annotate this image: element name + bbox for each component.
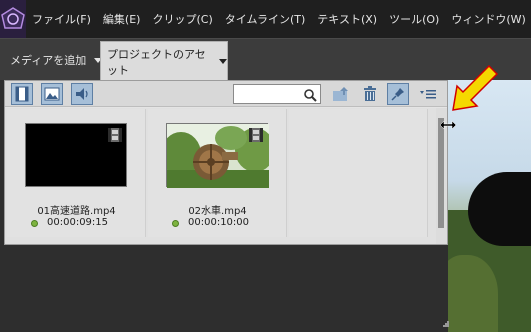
asset-item[interactable]: 01高速道路.mp4 00:00:09:15 — [7, 109, 146, 237]
project-assets-label: プロジェクトのアセット — [107, 47, 206, 77]
film-strip-icon — [108, 128, 122, 142]
empty-asset-slot — [289, 109, 428, 237]
menu-tools[interactable]: ツール(O) — [383, 11, 445, 27]
pin-icon[interactable] — [387, 83, 409, 105]
film-strip-icon — [249, 128, 263, 142]
annotation-arrow-icon — [452, 64, 499, 111]
monitor-preview — [448, 80, 531, 332]
menu-clip[interactable]: クリップ(C) — [146, 11, 218, 27]
add-media-button[interactable]: メディアを追加 — [4, 45, 108, 75]
chevron-down-icon — [219, 59, 227, 64]
project-assets-panel: 01高速道路.mp4 00:00:09:15 02水車.mp4 00:00:10… — [4, 80, 449, 327]
resize-grip-icon[interactable] — [442, 320, 450, 328]
menu-edit[interactable]: 編集(E) — [97, 11, 147, 27]
assets-grid: 01高速道路.mp4 00:00:09:15 02水車.mp4 00:00:10… — [5, 108, 437, 244]
project-assets-button[interactable]: プロジェクトのアセット — [100, 41, 228, 81]
asset-duration: 00:00:10:00 — [188, 217, 250, 228]
folder-up-icon[interactable] — [331, 84, 351, 104]
video-filter-icon[interactable] — [11, 83, 33, 105]
panel-menu-icon[interactable] — [418, 84, 438, 104]
menu-file[interactable]: ファイル(F) — [26, 11, 97, 27]
assets-panel-toolbar — [5, 81, 447, 107]
image-filter-icon[interactable] — [41, 83, 63, 105]
search-input[interactable] — [233, 84, 321, 104]
menu-timeline[interactable]: タイムライン(T) — [219, 11, 312, 27]
menu-text[interactable]: テキスト(X) — [311, 11, 383, 27]
add-media-label: メディアを追加 — [10, 54, 87, 67]
asset-thumbnail[interactable] — [25, 123, 127, 187]
trash-icon[interactable] — [360, 84, 380, 104]
status-dot — [31, 220, 38, 227]
audio-filter-icon[interactable] — [71, 83, 93, 105]
resize-cursor-icon — [440, 120, 456, 130]
asset-duration: 00:00:09:15 — [47, 217, 109, 228]
menu-window[interactable]: ウィンドウ(W) — [445, 11, 531, 27]
search-icon — [304, 89, 317, 102]
menu-bar: ファイル(F) 編集(E) クリップ(C) タイムライン(T) テキスト(X) … — [0, 0, 531, 38]
status-dot — [172, 220, 179, 227]
asset-item[interactable]: 02水車.mp4 00:00:10:00 — [148, 109, 287, 237]
timeline-area — [4, 245, 398, 332]
asset-filename: 02水車.mp4 — [188, 206, 247, 217]
app-logo-icon[interactable] — [0, 0, 26, 38]
scrollbar-thumb[interactable] — [438, 118, 444, 228]
asset-filename: 01高速道路.mp4 — [37, 206, 116, 217]
asset-thumbnail[interactable] — [166, 123, 269, 188]
